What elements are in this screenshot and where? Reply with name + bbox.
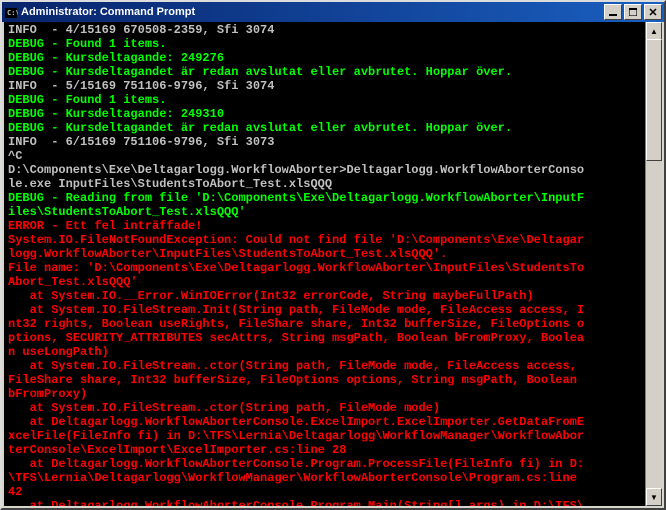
scroll-up-button[interactable]: ▲ (646, 22, 662, 40)
command-prompt-window: C:\ Administrator: Command Prompt INFO -… (0, 0, 666, 510)
console-line: terConsole\ExcelImport\ExcelImporter.cs:… (8, 443, 662, 457)
scroll-down-button[interactable]: ▼ (646, 488, 662, 506)
console-line: ERROR - Ett fel inträffade! (8, 219, 662, 233)
console-line: INFO - 5/15169 751106-9796, Sfi 3074 (8, 79, 662, 93)
console-line: ptions, SECURITY_ATTRIBUTES secAttrs, St… (8, 331, 662, 345)
console-line: D:\Components\Exe\Deltagarlogg.WorkflowA… (8, 163, 662, 177)
console-line: INFO - 4/15169 670508-2359, Sfi 3074 (8, 23, 662, 37)
console-line: at Deltagarlogg.WorkflowAborterConsole.E… (8, 415, 662, 429)
console-line: FileShare share, Int32 bufferSize, FileO… (8, 373, 662, 387)
console-line: iles\StudentsToAbort_Test.xlsQQQ' (8, 205, 662, 219)
console-line: DEBUG - Found 1 items. (8, 37, 662, 51)
console-line: DEBUG - Kursdeltagande: 249310 (8, 107, 662, 121)
console-line: xcelFile(FileInfo fi) in D:\TFS\Lernia\D… (8, 429, 662, 443)
console-line: at System.IO.__Error.WinIOError(Int32 er… (8, 289, 662, 303)
console-line: at System.IO.FileStream..ctor(String pat… (8, 401, 662, 415)
scrollbar[interactable]: ▲ ▼ (645, 22, 662, 506)
console-line: bFromProxy) (8, 387, 662, 401)
console-line: DEBUG - Kursdeltagande: 249276 (8, 51, 662, 65)
console-output[interactable]: INFO - 4/15169 670508-2359, Sfi 3074DEBU… (4, 22, 662, 506)
svg-text:C:\: C:\ (7, 9, 18, 17)
console-line: at System.IO.FileStream..ctor(String pat… (8, 359, 662, 373)
console-line: DEBUG - Kursdeltagandet är redan avsluta… (8, 121, 662, 135)
console-line: Abort_Test.xlsQQQ' (8, 275, 662, 289)
maximize-button[interactable] (624, 4, 642, 20)
console-line: at System.IO.FileStream.Init(String path… (8, 303, 662, 317)
console-line: nt32 rights, Boolean useRights, FileShar… (8, 317, 662, 331)
console-line: INFO - 6/15169 751106-9796, Sfi 3073 (8, 135, 662, 149)
console-line: ^C (8, 149, 662, 163)
console-line: System.IO.FileNotFoundException: Could n… (8, 233, 662, 247)
cmd-icon: C:\ (4, 5, 18, 19)
console-line: DEBUG - Kursdeltagandet är redan avsluta… (8, 65, 662, 79)
console-line: n useLongPath) (8, 345, 662, 359)
scroll-thumb[interactable] (646, 39, 662, 161)
titlebar[interactable]: C:\ Administrator: Command Prompt (2, 2, 664, 22)
console-line: le.exe InputFiles\StudentsToAbort_Test.x… (8, 177, 662, 191)
console-line: DEBUG - Reading from file 'D:\Components… (8, 191, 662, 205)
console-line: logg.WorkflowAborter\InputFiles\Students… (8, 247, 662, 261)
close-button[interactable] (644, 4, 662, 20)
console-line: 42 (8, 485, 662, 499)
window-title: Administrator: Command Prompt (21, 6, 602, 18)
console-line: at Deltagarlogg.WorkflowAborterConsole.P… (8, 457, 662, 471)
console-line: \TFS\Lernia\Deltagarlogg\WorkflowManager… (8, 471, 662, 485)
console-line: at Deltagarlogg.WorkflowAborterConsole.P… (8, 499, 662, 506)
minimize-button[interactable] (604, 4, 622, 20)
console-line: DEBUG - Found 1 items. (8, 93, 662, 107)
console-line: File name: 'D:\Components\Exe\Deltagarlo… (8, 261, 662, 275)
